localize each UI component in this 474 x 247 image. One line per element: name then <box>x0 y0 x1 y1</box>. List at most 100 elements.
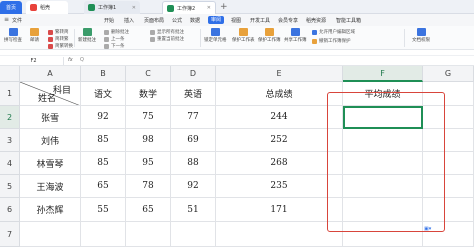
table-row-total[interactable]: 235 <box>216 175 343 198</box>
trad-to-simp-button[interactable]: 繁转简 <box>48 29 69 35</box>
table-row-total[interactable]: 268 <box>216 152 343 175</box>
column-header-b[interactable]: B <box>81 66 126 82</box>
divider <box>404 29 405 47</box>
column-header-c[interactable]: C <box>126 66 171 82</box>
column-header-e[interactable]: E <box>216 66 343 82</box>
table-row-total[interactable]: 244 <box>216 106 343 129</box>
tab-docer[interactable]: 稻壳 <box>26 1 68 14</box>
cell-b7[interactable] <box>81 222 126 247</box>
table-row-english[interactable]: 69 <box>171 129 216 152</box>
close-icon[interactable]: ✕ <box>132 5 136 11</box>
fx-icon[interactable]: fx <box>68 57 73 63</box>
column-header-a[interactable]: A <box>20 66 81 82</box>
menu-icon[interactable]: ≡ <box>4 16 9 23</box>
spellcheck-label: 拼写检查 <box>4 38 22 43</box>
cell-c1[interactable]: 数学 <box>126 82 171 106</box>
tab-home[interactable]: 首页 <box>0 1 22 14</box>
menu-toolbox[interactable]: 智能工具箱 <box>336 17 361 24</box>
doc-permission-button[interactable]: 文档权限 <box>412 28 430 43</box>
close-icon[interactable]: ✕ <box>207 5 211 11</box>
table-row-math[interactable]: 78 <box>126 175 171 198</box>
protect-sheet-icon <box>238 28 248 36</box>
row-header-5[interactable]: 5 <box>0 175 20 198</box>
row-header-1[interactable]: 1 <box>0 82 20 106</box>
new-comment-button[interactable]: 新建批注 <box>78 28 96 43</box>
table-row-total[interactable]: 252 <box>216 129 343 152</box>
column-header-f[interactable]: F <box>343 66 423 82</box>
tab-workbook1-label: 工作簿1 <box>98 5 117 11</box>
row-header-4[interactable]: 4 <box>0 152 20 175</box>
table-row-english[interactable]: 88 <box>171 152 216 175</box>
table-row-name[interactable]: 林雪琴 <box>20 152 81 175</box>
table-row-name[interactable]: 王海波 <box>20 175 81 198</box>
reset-comment-button[interactable]: 重置当前批注 <box>150 36 184 42</box>
column-header-g[interactable]: G <box>423 66 474 82</box>
table-row-chinese[interactable]: 92 <box>81 106 126 129</box>
table-row-chinese[interactable]: 65 <box>81 175 126 198</box>
cell-e1[interactable]: 总成绩 <box>216 82 343 106</box>
protect-sheet-button[interactable]: 保护工作表 <box>232 28 255 43</box>
menu-review[interactable]: 审阅 <box>208 16 225 24</box>
simp-to-trad-button[interactable]: 简转繁 <box>48 36 69 42</box>
unprotect-book-button[interactable]: 撤销工作簿保护 <box>312 38 351 44</box>
table-row-english[interactable]: 92 <box>171 175 216 198</box>
table-row-name[interactable]: 孙杰辉 <box>20 198 81 222</box>
tab-workbook2[interactable]: 工作簿2 ✕ <box>162 1 216 14</box>
prev-comment-button[interactable]: 上一条 <box>104 36 125 42</box>
menu-insert[interactable]: 插入 <box>124 17 134 24</box>
menu-member[interactable]: 会员专享 <box>278 17 298 24</box>
comments-icon <box>150 29 155 35</box>
cell-a1-diagonal-header[interactable]: 科目 姓名 <box>20 82 81 106</box>
next-comment-button[interactable]: 下一条 <box>104 43 125 49</box>
row-header-7[interactable]: 7 <box>0 222 20 247</box>
menu-developer[interactable]: 开发工具 <box>250 17 270 24</box>
table-row-math[interactable]: 65 <box>126 198 171 222</box>
cell-d7[interactable] <box>171 222 216 247</box>
new-tab-button[interactable]: + <box>220 2 228 12</box>
table-row-name[interactable]: 刘伟 <box>20 129 81 152</box>
menu-docer[interactable]: 稻壳资源 <box>306 17 326 24</box>
table-row-english[interactable]: 77 <box>171 106 216 129</box>
table-row-math[interactable]: 98 <box>126 129 171 152</box>
lock-cell-button[interactable]: 锁定单元格 <box>204 28 227 43</box>
cell-d1[interactable]: 英语 <box>171 82 216 106</box>
unprotect-book-label: 撤销工作簿保护 <box>319 39 351 44</box>
protect-book-button[interactable]: 保护工作簿 <box>258 28 281 43</box>
menu-page-layout[interactable]: 页面布局 <box>144 17 164 24</box>
row-header-3[interactable]: 3 <box>0 129 20 152</box>
table-row-math[interactable]: 75 <box>126 106 171 129</box>
name-box[interactable]: F2 <box>4 57 64 65</box>
menu-file[interactable]: 文件 <box>12 17 22 24</box>
convert-button[interactable]: 简繁转换 <box>48 43 73 49</box>
delete-comment-label: 删除批注 <box>111 30 129 35</box>
cell-b1[interactable]: 语文 <box>81 82 126 106</box>
menu-data[interactable]: 数据 <box>190 17 200 24</box>
paste-options-icon[interactable]: ▣▾ <box>424 226 438 233</box>
show-all-comments-button[interactable]: 显示所有批注 <box>150 29 184 35</box>
spellcheck-button[interactable]: 拼写检查 <box>4 28 22 43</box>
table-row-chinese[interactable]: 55 <box>81 198 126 222</box>
table-row-math[interactable]: 95 <box>126 152 171 175</box>
tab-workbook1[interactable]: 工作簿1 ✕ <box>84 1 140 14</box>
menu-formula[interactable]: 公式 <box>172 17 182 24</box>
column-header-d[interactable]: D <box>171 66 216 82</box>
mail-button[interactable]: 邮请 <box>30 28 39 43</box>
delete-comment-button[interactable]: 删除批注 <box>104 29 129 35</box>
select-all-corner[interactable] <box>0 66 20 82</box>
allow-edit-range-button[interactable]: 允许用户编辑区域 <box>312 29 355 35</box>
menu-home[interactable]: 开始 <box>104 17 114 24</box>
cell-e7[interactable] <box>216 222 343 247</box>
cell-c7[interactable] <box>126 222 171 247</box>
table-row-chinese[interactable]: 85 <box>81 152 126 175</box>
table-row-english[interactable]: 51 <box>171 198 216 222</box>
table-row-name[interactable]: 张雪 <box>20 106 81 129</box>
share-book-button[interactable]: 共享工作簿 <box>284 28 307 43</box>
menu-view[interactable]: 视图 <box>231 17 241 24</box>
table-row-total[interactable]: 171 <box>216 198 343 222</box>
row-header-2[interactable]: 2 <box>0 106 20 129</box>
cell-a7[interactable] <box>20 222 81 247</box>
zoom-icon[interactable]: Q <box>80 57 84 63</box>
table-row-chinese[interactable]: 85 <box>81 129 126 152</box>
prev-comment-label: 上一条 <box>111 37 125 42</box>
row-header-6[interactable]: 6 <box>0 198 20 222</box>
